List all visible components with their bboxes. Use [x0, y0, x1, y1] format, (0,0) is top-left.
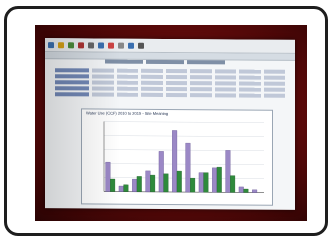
table-row	[55, 80, 285, 86]
table-cell	[141, 80, 163, 85]
tab[interactable]	[105, 59, 143, 64]
table-cell	[263, 75, 285, 80]
paste-icon[interactable]	[98, 41, 104, 49]
bar	[230, 175, 236, 193]
table-cell	[116, 80, 139, 85]
bar	[198, 172, 204, 193]
tab-bar	[105, 59, 225, 66]
table-cell	[141, 92, 163, 97]
save-icon[interactable]	[58, 41, 64, 48]
table-cell	[214, 81, 237, 86]
table-cell	[165, 68, 188, 74]
bar	[136, 176, 142, 192]
photo-of-screen: Water Use (CCF) 2010 to 2015 - Site Mean…	[35, 25, 307, 221]
table-cell	[214, 87, 237, 92]
table-cell	[141, 74, 163, 79]
table-row	[55, 68, 285, 74]
table-cell	[214, 69, 237, 74]
gridline	[104, 177, 264, 179]
bar	[243, 188, 249, 193]
bar	[163, 173, 169, 193]
open-icon[interactable]	[48, 41, 54, 48]
table-cell	[141, 86, 163, 91]
gridline	[104, 163, 264, 165]
table-cell	[214, 93, 237, 98]
bar	[185, 142, 191, 193]
bar	[176, 170, 182, 193]
table-cell	[55, 68, 90, 73]
chart-panel: Water Use (CCF) 2010 to 2015 - Site Mean…	[81, 108, 273, 206]
bar	[150, 174, 156, 193]
sort-icon[interactable]	[128, 42, 134, 49]
table-cell	[263, 87, 285, 92]
table-cell	[141, 68, 163, 73]
table-cell	[116, 74, 139, 79]
bar	[158, 151, 164, 193]
table-cell	[55, 80, 90, 85]
bar	[145, 170, 151, 193]
table-row	[55, 92, 285, 98]
table-row	[55, 74, 285, 80]
table-cell	[239, 69, 261, 74]
table-cell	[165, 80, 188, 86]
tab[interactable]	[146, 59, 184, 65]
bar	[212, 167, 218, 193]
table-cell	[92, 92, 114, 97]
chart-icon[interactable]	[108, 42, 114, 49]
table-cell	[239, 93, 261, 98]
table-cell	[190, 69, 212, 74]
table-cell	[239, 75, 261, 80]
table-cell	[263, 81, 285, 86]
print-icon[interactable]	[68, 41, 74, 48]
table-cell	[165, 86, 188, 92]
bar	[118, 185, 124, 192]
table-cell	[190, 81, 212, 86]
bar	[216, 166, 222, 193]
table-cell	[214, 75, 237, 80]
table-cell	[165, 74, 188, 80]
bar	[190, 177, 196, 193]
table-cell	[55, 86, 90, 91]
data-grid	[55, 68, 285, 100]
image-frame: Water Use (CCF) 2010 to 2015 - Site Mean…	[4, 6, 328, 236]
table-cell	[55, 92, 90, 97]
table-cell	[116, 86, 139, 91]
bar	[105, 161, 111, 192]
table-cell	[263, 93, 285, 98]
gridline	[104, 135, 264, 137]
bar	[123, 184, 129, 192]
bar	[110, 178, 116, 192]
table-row	[55, 86, 285, 92]
table-cell	[190, 87, 212, 92]
table-cell	[55, 74, 90, 79]
gridline	[104, 121, 264, 123]
gridline	[104, 149, 264, 151]
table-cell	[92, 80, 114, 85]
bar	[172, 130, 178, 193]
tab[interactable]	[187, 60, 225, 65]
table-cell	[165, 92, 188, 98]
table-cell	[92, 86, 114, 91]
table-cell	[92, 74, 114, 79]
bar	[132, 178, 138, 192]
cut-icon[interactable]	[78, 41, 84, 48]
table-cell	[92, 68, 114, 73]
table-cell	[190, 93, 212, 98]
copy-icon[interactable]	[88, 41, 94, 48]
bar-chart	[103, 121, 264, 193]
app-window: Water Use (CCF) 2010 to 2015 - Site Mean…	[45, 38, 295, 210]
table-cell	[239, 87, 261, 92]
table-cell	[116, 68, 139, 73]
table-cell	[263, 69, 285, 74]
table-cell	[190, 75, 212, 80]
table-cell	[239, 81, 261, 86]
help-icon[interactable]	[138, 42, 144, 49]
bar	[252, 189, 258, 193]
bar	[203, 172, 209, 193]
bar	[238, 186, 244, 193]
bar	[225, 150, 231, 193]
filter-icon[interactable]	[118, 42, 124, 49]
table-cell	[116, 92, 139, 97]
